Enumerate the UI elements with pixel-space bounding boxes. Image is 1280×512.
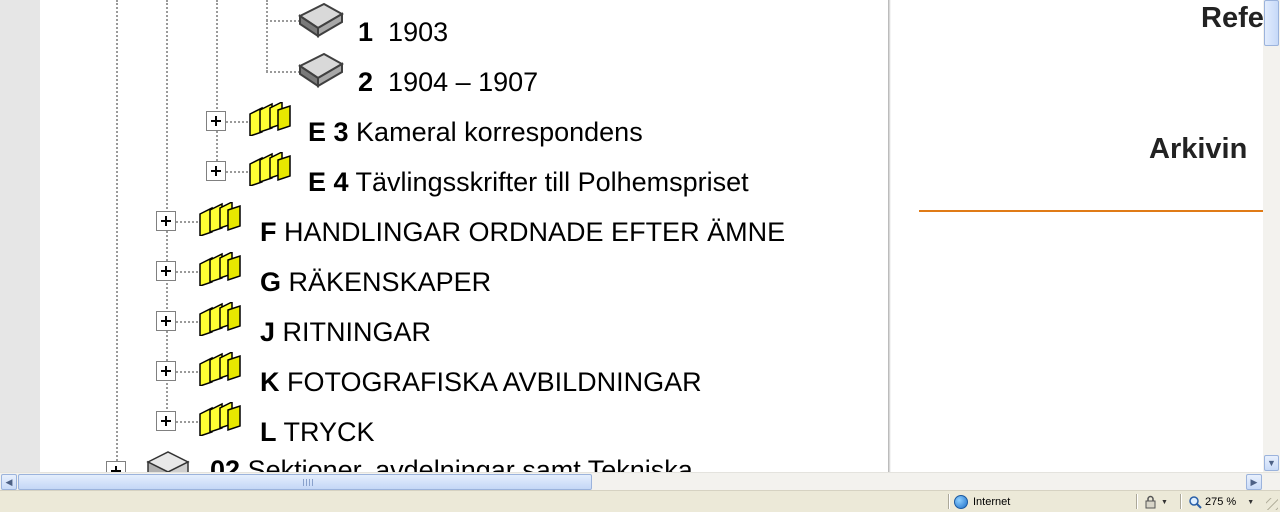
tree-connector (176, 321, 198, 323)
book-icon (298, 2, 344, 38)
tree-connector (226, 121, 248, 123)
archive-box-icon (146, 451, 190, 472)
tree-connector (266, 71, 300, 73)
expand-toggle[interactable] (156, 211, 176, 231)
resize-grip-icon[interactable] (1266, 498, 1278, 510)
expand-toggle[interactable] (206, 111, 226, 131)
scroll-right-button[interactable]: ▶ (1246, 474, 1262, 490)
scroll-left-button[interactable]: ◀ (1, 474, 17, 490)
node-label[interactable]: G RÄKENSKAPER (260, 266, 491, 298)
lock-icon (1145, 495, 1156, 509)
folder-stack-icon (249, 152, 291, 186)
dropdown-arrow-icon: ▼ (1247, 498, 1255, 506)
node-label[interactable]: L TRYCK (260, 416, 375, 448)
tree-connector (176, 221, 198, 223)
tree-connector (176, 271, 198, 273)
status-bar: Internet ▼ 275 % ▼ (0, 490, 1280, 512)
folder-stack-icon (199, 402, 241, 436)
expand-toggle[interactable] (106, 461, 126, 472)
thumb-grip-icon (303, 479, 313, 486)
zoom-level: 275 % (1205, 496, 1237, 508)
tree-connector (266, 0, 268, 72)
expand-toggle[interactable] (156, 361, 176, 381)
security-zone[interactable]: Internet (954, 494, 1010, 510)
reference-heading: Refe (1201, 2, 1263, 34)
expand-toggle[interactable] (206, 161, 226, 181)
tree-connector (216, 0, 218, 172)
node-label[interactable]: F HANDLINGAR ORDNADE EFTER ÄMNE (260, 216, 785, 248)
folder-stack-icon (199, 302, 241, 336)
tree-connector (226, 171, 248, 173)
horizontal-scroll-thumb[interactable] (18, 474, 592, 490)
status-separator (1180, 494, 1182, 509)
zone-label: Internet (973, 496, 1011, 508)
node-label[interactable]: E 4 Tävlingsskrifter till Polhemspriset (308, 166, 749, 198)
tree-connector (116, 0, 118, 472)
expand-toggle[interactable] (156, 311, 176, 331)
node-label[interactable]: E 3 Kameral korrespondens (308, 116, 643, 148)
archive-heading: Arkivin (1149, 133, 1248, 165)
scroll-down-button[interactable]: ▼ (1264, 455, 1279, 471)
folder-stack-icon (199, 202, 241, 236)
node-label[interactable]: 2 1904 – 1907 (358, 66, 538, 98)
protected-mode-button[interactable]: ▼ (1143, 494, 1168, 510)
magnifier-icon (1189, 496, 1202, 509)
node-label[interactable]: 02 Sektioner, avdelningar samt Tekniska (210, 454, 693, 472)
node-label[interactable]: K FOTOGRAFISKA AVBILDNINGAR (260, 366, 702, 398)
expand-toggle[interactable] (156, 261, 176, 281)
node-label[interactable]: J RITNINGAR (260, 316, 431, 348)
status-separator (948, 494, 950, 509)
tree-connector (176, 421, 198, 423)
tree-connector (176, 371, 198, 373)
left-gutter (0, 0, 41, 472)
zoom-control[interactable]: 275 % ▼ (1188, 494, 1254, 510)
vertical-scrollbar[interactable]: ▼ (1263, 0, 1280, 472)
tree-connector (266, 20, 300, 22)
detail-pane: Refe Arkivin (891, 0, 1263, 472)
horizontal-scrollbar[interactable]: ◀ ▶ (0, 472, 1280, 490)
status-separator (1136, 494, 1138, 509)
folder-stack-icon (249, 102, 291, 136)
folder-stack-icon (199, 252, 241, 286)
dropdown-arrow-icon: ▼ (1161, 498, 1168, 506)
expand-toggle[interactable] (156, 411, 176, 431)
archive-tree: 1 1903 2 1904 – 1907 E 3 Kameral korresp… (40, 0, 888, 472)
node-label[interactable]: 1 1903 (358, 16, 448, 48)
folder-stack-icon (199, 352, 241, 386)
globe-icon (954, 495, 968, 509)
vertical-scroll-thumb[interactable] (1264, 0, 1279, 46)
book-icon (298, 52, 344, 88)
tree-connector (166, 0, 168, 420)
heading-divider (919, 210, 1263, 212)
